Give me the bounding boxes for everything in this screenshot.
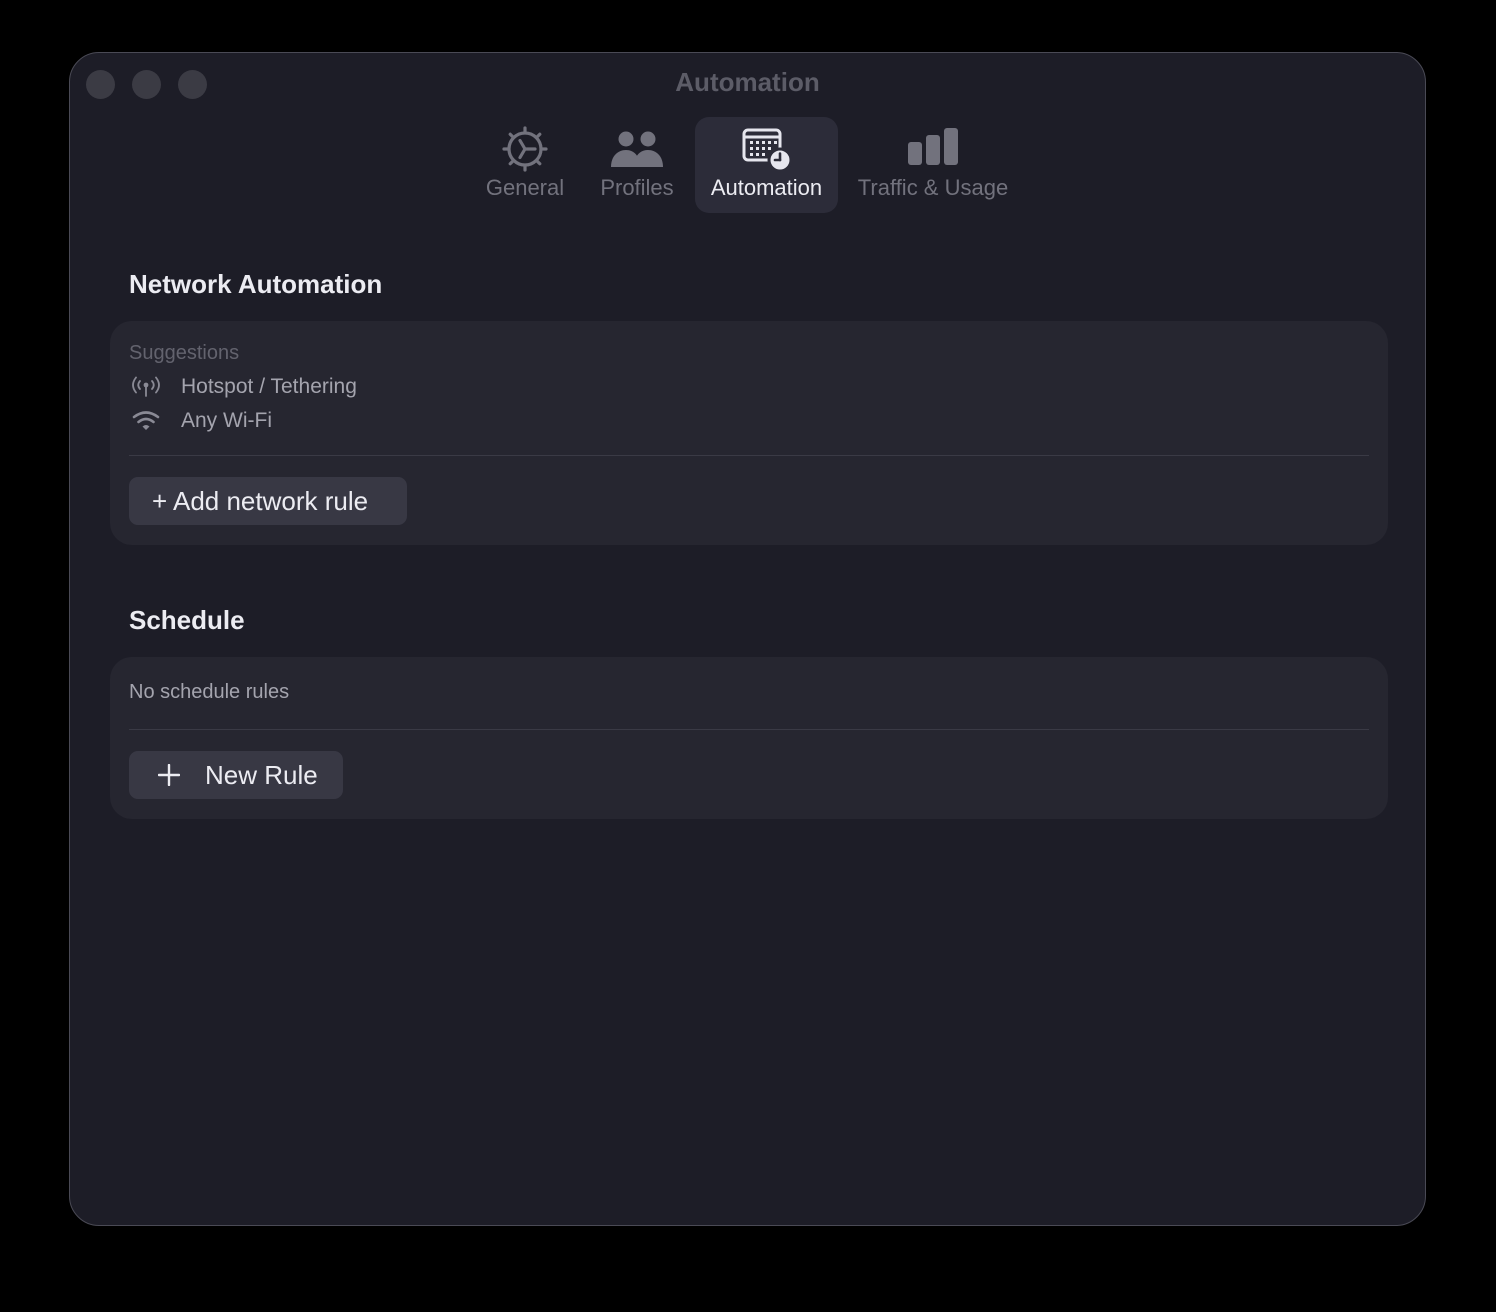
suggestion-hotspot-tethering[interactable]: Hotspot / Tethering [129,371,729,403]
suggestion-any-wifi[interactable]: Any Wi-Fi [129,405,729,437]
suggestion-wifi-label: Any Wi-Fi [181,409,272,432]
new-rule-button[interactable]: New Rule [129,751,343,799]
tab-automation-label: Automation [710,175,823,200]
tab-general-label: General [485,175,565,200]
schedule-card: No schedule rules New Rule [110,657,1388,819]
preferences-toolbar: General Profiles Automation Traffic & Us… [70,117,1425,213]
new-rule-label: New Rule [205,760,318,790]
suggestion-hotspot-label: Hotspot / Tethering [181,375,357,398]
no-schedule-rules-text: No schedule rules [129,681,290,703]
calendar-clock-icon [742,128,792,173]
tab-profiles-label: Profiles [600,175,674,200]
tab-profiles[interactable]: Profiles [589,117,685,213]
hotspot-icon [132,376,160,397]
wifi-icon [132,411,160,430]
network-automation-heading: Network Automation [129,269,383,299]
tab-automation[interactable]: Automation [695,117,838,213]
add-network-rule-label: + Add network rule [152,486,369,516]
people-icon [611,131,663,167]
network-divider [129,455,1369,456]
window-title: Automation [675,67,820,97]
schedule-divider [129,729,1369,730]
bar-chart-icon [908,128,958,165]
network-automation-card: Suggestions Hotspot / Tethering Any Wi-F… [110,321,1388,545]
gear-icon [502,126,548,172]
schedule-heading: Schedule [129,605,245,635]
plus-icon [158,764,180,786]
suggestions-label: Suggestions [129,342,240,364]
preferences-window: Automation General Profiles Automation T… [69,52,1426,1226]
tab-traffic-usage[interactable]: Traffic & Usage [850,117,1016,213]
tab-general[interactable]: General [475,117,575,213]
tab-traffic-usage-label: Traffic & Usage [857,175,1009,200]
add-network-rule-button[interactable]: + Add network rule [129,477,407,525]
